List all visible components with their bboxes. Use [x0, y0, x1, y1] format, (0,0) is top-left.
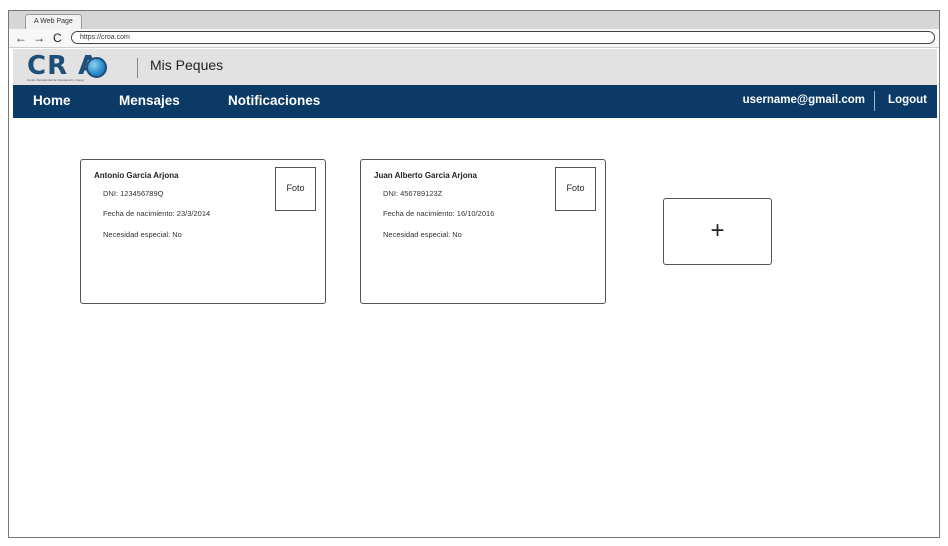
nav-item-mensajes[interactable]: Mensajes	[119, 93, 180, 108]
reload-icon[interactable]: C	[53, 30, 62, 46]
croa-logo[interactable]: CR A Centro Residencial de Orientación y…	[27, 52, 123, 83]
back-arrow-icon[interactable]: ←	[15, 30, 27, 46]
child-birthdate: Fecha de nacimiento: 16/10/2016	[383, 209, 495, 218]
url-field[interactable]: https://croa.com	[71, 31, 935, 44]
child-name: Antonio Garcia Arjona	[94, 171, 179, 180]
nav-divider	[874, 91, 875, 111]
address-bar: ← → C https://croa.com	[9, 29, 939, 48]
child-special-need: Necesidad especial: No	[383, 230, 462, 239]
tab-bar: A Web Page	[9, 11, 939, 30]
add-child-button[interactable]: +	[663, 198, 772, 265]
child-photo[interactable]: Foto	[275, 167, 316, 211]
child-name: Juan Alberto Garcia Arjona	[374, 171, 477, 180]
app-title: Mis Peques	[150, 57, 224, 73]
logout-link[interactable]: Logout	[888, 94, 927, 106]
child-special-need: Necesidad especial: No	[103, 230, 182, 239]
child-card[interactable]: Juan Alberto Garcia Arjona DNI: 45678912…	[360, 159, 606, 304]
child-photo[interactable]: Foto	[555, 167, 596, 211]
child-dni: DNI: 123456789Q	[103, 189, 164, 198]
nav-item-home[interactable]: Home	[33, 93, 71, 108]
logo-subtitle: Centro Residencial de Orientación y Apoy…	[27, 78, 85, 82]
user-email: username@gmail.com	[742, 94, 865, 106]
header-divider	[137, 58, 138, 78]
forward-arrow-icon[interactable]: →	[33, 30, 45, 46]
main-navbar: Home Mensajes Notificaciones username@gm…	[13, 85, 937, 118]
child-birthdate: Fecha de nacimiento: 23/3/2014	[103, 209, 211, 218]
child-card[interactable]: Antonio Garcia Arjona DNI: 123456789Q Fe…	[80, 159, 326, 304]
nav-item-notificaciones[interactable]: Notificaciones	[228, 93, 320, 108]
browser-window: A Web Page ← → C https://croa.com CR A C…	[8, 10, 940, 538]
globe-icon	[86, 57, 107, 78]
app-header: CR A Centro Residencial de Orientación y…	[13, 49, 937, 85]
child-dni: DNI: 456789123Z	[383, 189, 443, 198]
browser-tab[interactable]: A Web Page	[25, 14, 82, 29]
